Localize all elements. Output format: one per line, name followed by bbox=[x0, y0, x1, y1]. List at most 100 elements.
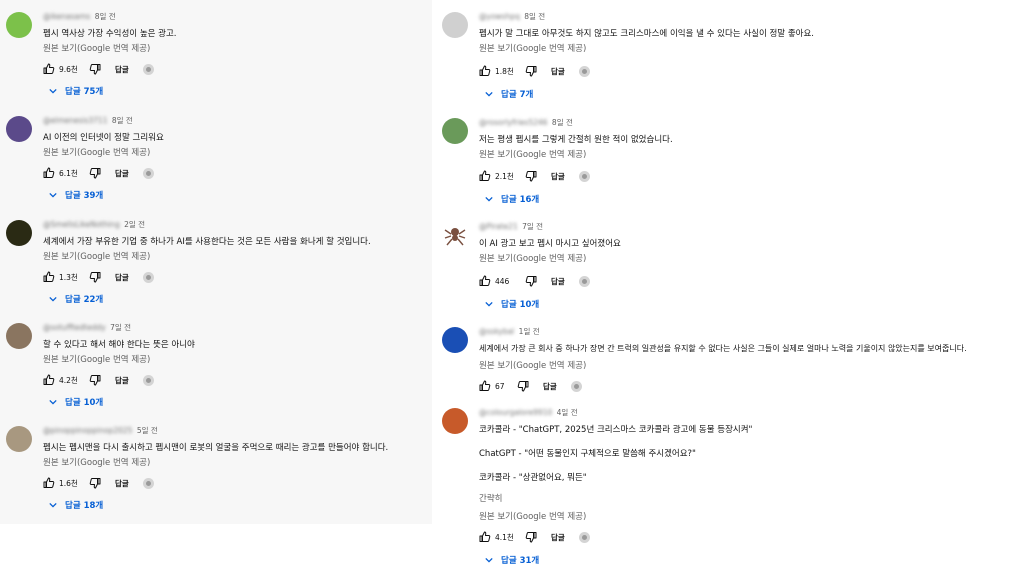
reply-button[interactable]: 답글 bbox=[115, 168, 129, 179]
creator-heart-icon bbox=[142, 477, 154, 489]
avatar[interactable] bbox=[442, 222, 468, 248]
comment-author[interactable]: @pinoppinoppinop2025 bbox=[43, 426, 132, 435]
thumbs-up-icon[interactable] bbox=[43, 271, 55, 283]
comment-author[interactable]: @elmenesis3711 bbox=[43, 116, 107, 125]
thumbs-up-icon[interactable] bbox=[43, 477, 55, 489]
comment-text: 세계에서 가장 큰 회사 중 하나가 장면 간 트럭의 일관성을 유지할 수 없… bbox=[479, 343, 967, 355]
chevron-down-icon bbox=[485, 557, 493, 563]
avatar[interactable] bbox=[6, 116, 32, 142]
see-original-link[interactable]: 원본 보기(Google 번역 제공) bbox=[43, 457, 150, 469]
avatar[interactable] bbox=[442, 327, 468, 353]
thumbs-down-icon[interactable] bbox=[517, 380, 529, 392]
spider-avatar-icon bbox=[444, 228, 466, 246]
like-count: 4.2천 bbox=[59, 375, 78, 385]
thumbs-up-icon[interactable] bbox=[43, 167, 55, 179]
view-replies-button[interactable]: 답글 39개 bbox=[49, 188, 103, 202]
reply-button[interactable]: 답글 bbox=[115, 478, 129, 489]
see-original-link[interactable]: 원본 보기(Google 번역 제공) bbox=[479, 253, 586, 265]
avatar[interactable] bbox=[6, 220, 32, 246]
thumbs-up-icon[interactable] bbox=[43, 374, 55, 386]
see-original-link[interactable]: 원본 보기(Google 번역 제공) bbox=[479, 149, 586, 161]
thumbs-down-icon[interactable] bbox=[525, 275, 537, 287]
comment-time[interactable]: 2일 전 bbox=[124, 220, 145, 229]
comment-time[interactable]: 1일 전 bbox=[519, 327, 540, 336]
like-count: 9.6천 bbox=[59, 64, 78, 74]
view-replies-button[interactable]: 답글 75개 bbox=[49, 84, 103, 98]
comment-author[interactable]: @sskybal bbox=[479, 327, 514, 336]
thumbs-up-icon[interactable] bbox=[479, 170, 491, 182]
thumbs-up-icon[interactable] bbox=[43, 63, 55, 75]
thumbs-down-icon[interactable] bbox=[525, 170, 537, 182]
reply-button[interactable]: 답글 bbox=[551, 66, 565, 77]
chevron-down-icon bbox=[485, 301, 493, 307]
comment-time[interactable]: 8일 전 bbox=[552, 118, 573, 127]
thumbs-down-icon[interactable] bbox=[89, 271, 101, 283]
comment-author[interactable]: @sotufftedteddy bbox=[43, 323, 106, 332]
comment-author[interactable]: @Pirate21 bbox=[479, 222, 518, 231]
replies-count: 답글 22개 bbox=[65, 295, 104, 305]
creator-heart-icon bbox=[578, 531, 590, 543]
comment-time[interactable]: 8일 전 bbox=[112, 116, 133, 125]
comment-time[interactable]: 4일 전 bbox=[557, 408, 578, 417]
show-less-link[interactable]: 간략히 bbox=[479, 493, 502, 505]
avatar[interactable] bbox=[442, 12, 468, 38]
view-replies-button[interactable]: 답글 22개 bbox=[49, 292, 103, 306]
see-original-link[interactable]: 원본 보기(Google 번역 제공) bbox=[479, 43, 586, 55]
comment-author[interactable]: @rosorlyfries5246 bbox=[479, 118, 548, 127]
comment-text: AI 이전의 인터넷이 정말 그리워요 bbox=[43, 132, 164, 144]
comment-author[interactable]: @ikenasams bbox=[43, 12, 90, 21]
avatar[interactable] bbox=[442, 408, 468, 434]
view-replies-button[interactable]: 답글 16개 bbox=[485, 192, 539, 206]
comment-time[interactable]: 8일 전 bbox=[95, 12, 116, 21]
see-original-link[interactable]: 원본 보기(Google 번역 제공) bbox=[43, 251, 150, 263]
avatar[interactable] bbox=[6, 426, 32, 452]
thumbs-up-icon[interactable] bbox=[479, 380, 491, 392]
reply-button[interactable]: 답글 bbox=[115, 375, 129, 386]
comment-actions: 67 답글 bbox=[479, 379, 582, 393]
thumbs-down-icon[interactable] bbox=[89, 374, 101, 386]
comment-meta: @pinoppinoppinop2025 5일 전 bbox=[43, 426, 158, 436]
creator-heart-icon bbox=[578, 170, 590, 182]
comment-author[interactable]: @yowshpq bbox=[479, 12, 520, 21]
replies-count: 답글 31개 bbox=[501, 556, 540, 566]
thumbs-up-icon[interactable] bbox=[479, 275, 491, 287]
comment-time[interactable]: 7일 전 bbox=[110, 323, 131, 332]
reply-button[interactable]: 답글 bbox=[115, 272, 129, 283]
see-original-link[interactable]: 원본 보기(Google 번역 제공) bbox=[43, 354, 150, 366]
comment-author[interactable]: @SmellsLikeNothing bbox=[43, 220, 120, 229]
thumbs-down-icon[interactable] bbox=[89, 477, 101, 489]
chevron-down-icon bbox=[49, 502, 57, 508]
avatar[interactable] bbox=[6, 12, 32, 38]
comment-time[interactable]: 8일 전 bbox=[524, 12, 545, 21]
see-original-link[interactable]: 원본 보기(Google 번역 제공) bbox=[479, 360, 586, 372]
comment-time[interactable]: 7일 전 bbox=[522, 222, 543, 231]
thumbs-up-icon[interactable] bbox=[479, 531, 491, 543]
thumbs-down-icon[interactable] bbox=[525, 531, 537, 543]
view-replies-button[interactable]: 답글 31개 bbox=[485, 553, 539, 567]
view-replies-button[interactable]: 답글 10개 bbox=[49, 395, 103, 409]
view-replies-button[interactable]: 답글 7개 bbox=[485, 87, 533, 101]
avatar[interactable] bbox=[6, 323, 32, 349]
like-count: 1.3천 bbox=[59, 272, 78, 282]
see-original-link[interactable]: 원본 보기(Google 번역 제공) bbox=[43, 43, 150, 55]
comment-actions: 446 답글 bbox=[479, 274, 590, 288]
reply-button[interactable]: 답글 bbox=[551, 532, 565, 543]
reply-button[interactable]: 답글 bbox=[551, 171, 565, 182]
replies-count: 답글 18개 bbox=[65, 501, 104, 511]
view-replies-button[interactable]: 답글 18개 bbox=[49, 498, 103, 512]
thumbs-down-icon[interactable] bbox=[89, 63, 101, 75]
view-replies-button[interactable]: 답글 10개 bbox=[485, 297, 539, 311]
creator-heart-icon bbox=[142, 271, 154, 283]
reply-button[interactable]: 답글 bbox=[115, 64, 129, 75]
comment-time[interactable]: 5일 전 bbox=[137, 426, 158, 435]
thumbs-up-icon[interactable] bbox=[479, 65, 491, 77]
see-original-link[interactable]: 원본 보기(Google 번역 제공) bbox=[43, 147, 150, 159]
avatar[interactable] bbox=[442, 118, 468, 144]
reply-button[interactable]: 답글 bbox=[543, 381, 557, 392]
thumbs-down-icon[interactable] bbox=[89, 167, 101, 179]
thumbs-down-icon[interactable] bbox=[525, 65, 537, 77]
reply-button[interactable]: 답글 bbox=[551, 276, 565, 287]
see-original-link[interactable]: 원본 보기(Google 번역 제공) bbox=[479, 511, 586, 523]
comment-author[interactable]: @colourgalore9910 bbox=[479, 408, 552, 417]
creator-heart-icon bbox=[142, 63, 154, 75]
